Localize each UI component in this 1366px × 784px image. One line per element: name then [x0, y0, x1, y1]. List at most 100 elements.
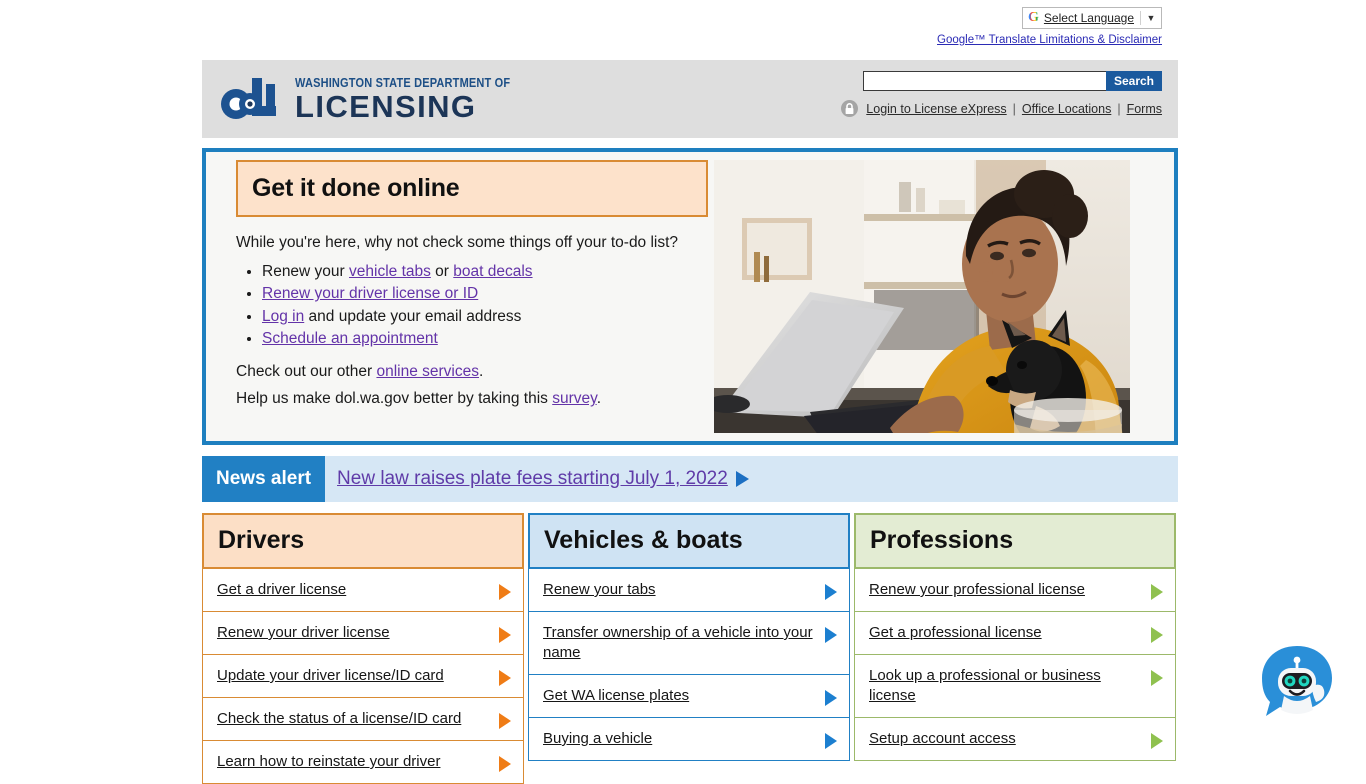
column-list-professions: Renew your professional license Get a pr…	[854, 569, 1176, 761]
hero-intro-text: While you're here, why not check some th…	[236, 233, 708, 254]
lock-icon	[841, 100, 858, 117]
dol-monogram-icon	[218, 76, 286, 124]
professions-link-3[interactable]: Setup account access	[869, 729, 1016, 749]
list-item[interactable]: Get a driver license	[203, 569, 523, 612]
schedule-appointment-link[interactable]: Schedule an appointment	[262, 330, 438, 347]
site-header: WASHINGTON STATE DEPARTMENT OF LICENSING…	[202, 60, 1178, 138]
category-columns: Drivers Get a driver license Renew your …	[202, 513, 1178, 784]
list-item[interactable]: Get WA license plates	[529, 675, 849, 718]
other-services-prefix: Check out our other	[236, 363, 376, 380]
link-separator-2: |	[1117, 102, 1120, 116]
drivers-link-0[interactable]: Get a driver license	[217, 580, 346, 600]
list-item[interactable]: Renew your tabs	[529, 569, 849, 612]
list-item[interactable]: Transfer ownership of a vehicle into you…	[529, 612, 849, 675]
hero-task-list: Renew your vehicle tabs or boat decals R…	[236, 261, 708, 351]
column-title: Drivers	[218, 526, 508, 555]
chatbot-robot-icon	[1256, 640, 1338, 722]
play-triangle-icon	[825, 733, 837, 749]
search-input[interactable]	[863, 71, 1106, 91]
chatbot-launcher-button[interactable]	[1256, 640, 1338, 722]
log-in-link[interactable]: Log in	[262, 308, 304, 325]
professions-link-2[interactable]: Look up a professional or business licen…	[869, 666, 1143, 706]
select-language-widget[interactable]: G Select Language ▼	[1022, 7, 1162, 29]
professions-link-0[interactable]: Renew your professional license	[869, 580, 1085, 600]
news-alert-banner: News alert New law raises plate fees sta…	[202, 456, 1178, 502]
select-language-label: Select Language	[1044, 11, 1134, 25]
search-button[interactable]: Search	[1106, 71, 1162, 91]
chevron-down-icon[interactable]: ▼	[1141, 8, 1161, 28]
hero-title: Get it done online	[252, 174, 692, 203]
vehicles-link-3[interactable]: Buying a vehicle	[543, 729, 652, 749]
survey-link[interactable]: survey	[552, 390, 597, 407]
list-item[interactable]: Renew your driver license	[203, 612, 523, 655]
list-item[interactable]: Renew your professional license	[855, 569, 1175, 612]
news-alert-link[interactable]: New law raises plate fees starting July …	[337, 468, 728, 490]
vehicle-tabs-link[interactable]: vehicle tabs	[349, 263, 431, 280]
list-item[interactable]: Setup account access	[855, 718, 1175, 760]
list-item: Log in and update your email address	[262, 306, 708, 328]
renew-driver-license-or-id-link[interactable]: Renew your driver license or ID	[262, 285, 478, 302]
vehicles-link-0[interactable]: Renew your tabs	[543, 580, 656, 600]
vehicles-link-1[interactable]: Transfer ownership of a vehicle into you…	[543, 623, 817, 663]
drivers-link-1[interactable]: Renew your driver license	[217, 623, 390, 643]
column-title: Vehicles & boats	[544, 526, 834, 555]
hero-photo	[714, 160, 1130, 433]
bullet-middle: or	[431, 263, 453, 280]
office-locations-link[interactable]: Office Locations	[1022, 102, 1111, 116]
vehicles-link-2[interactable]: Get WA license plates	[543, 686, 689, 706]
column-header-professions: Professions	[854, 513, 1176, 569]
column-header-drivers: Drivers	[202, 513, 524, 569]
play-triangle-icon	[499, 756, 511, 772]
select-language-inner[interactable]: G Select Language	[1023, 8, 1140, 28]
forms-link[interactable]: Forms	[1127, 102, 1162, 116]
play-triangle-icon	[825, 627, 837, 643]
logo-wordmark: WASHINGTON STATE DEPARTMENT OF LICENSING	[295, 77, 540, 124]
play-triangle-icon	[499, 584, 511, 600]
logo-line-2: LICENSING	[295, 92, 540, 121]
survey-line: Help us make dol.wa.gov better by taking…	[236, 390, 708, 408]
column-title: Professions	[870, 526, 1160, 555]
google-logo-icon: G	[1028, 11, 1039, 25]
play-triangle-icon	[499, 713, 511, 729]
google-translate-bar: G Select Language ▼ Google™ Translate Li…	[0, 0, 1366, 46]
hero-photo-illustration	[714, 160, 1130, 433]
list-item[interactable]: Look up a professional or business licen…	[855, 655, 1175, 718]
list-item: Schedule an appointment	[262, 328, 708, 350]
hero-image-area	[714, 160, 1166, 433]
boat-decals-link[interactable]: boat decals	[453, 263, 532, 280]
play-triangle-icon	[825, 690, 837, 706]
translate-disclaimer-link[interactable]: Google™ Translate Limitations & Disclaim…	[0, 34, 1162, 46]
survey-prefix: Help us make dol.wa.gov better by taking…	[236, 390, 552, 407]
search-row: Search	[841, 71, 1162, 91]
drivers-link-4[interactable]: Learn how to reinstate your driver	[217, 752, 440, 772]
column-professions: Professions Renew your professional lice…	[854, 513, 1176, 784]
column-header-vehicles: Vehicles & boats	[528, 513, 850, 569]
list-item[interactable]: Update your driver license/ID card	[203, 655, 523, 698]
drivers-link-2[interactable]: Update your driver license/ID card	[217, 666, 444, 686]
play-triangle-icon[interactable]	[736, 471, 749, 487]
column-list-vehicles: Renew your tabs Transfer ownership of a …	[528, 569, 850, 761]
play-triangle-icon	[499, 627, 511, 643]
column-list-drivers: Get a driver license Renew your driver l…	[202, 569, 524, 784]
online-services-link[interactable]: online services	[376, 363, 479, 380]
bullet-prefix: Renew your	[262, 263, 349, 280]
professions-link-1[interactable]: Get a professional license	[869, 623, 1042, 643]
list-item[interactable]: Learn how to reinstate your driver	[203, 741, 523, 783]
logo-line-1: WASHINGTON STATE DEPARTMENT OF	[295, 77, 510, 90]
other-services-line: Check out our other online services.	[236, 363, 708, 381]
survey-suffix: .	[597, 390, 601, 407]
play-triangle-icon	[1151, 733, 1163, 749]
play-triangle-icon	[1151, 584, 1163, 600]
list-item[interactable]: Check the status of a license/ID card	[203, 698, 523, 741]
news-alert-body: New law raises plate fees starting July …	[325, 456, 749, 502]
login-license-express-link[interactable]: Login to License eXpress	[866, 102, 1006, 116]
site-logo[interactable]: WASHINGTON STATE DEPARTMENT OF LICENSING	[218, 76, 540, 124]
list-item: Renew your vehicle tabs or boat decals	[262, 261, 708, 283]
list-item[interactable]: Buying a vehicle	[529, 718, 849, 760]
drivers-link-3[interactable]: Check the status of a license/ID card	[217, 709, 461, 729]
play-triangle-icon	[825, 584, 837, 600]
list-item[interactable]: Get a professional license	[855, 612, 1175, 655]
link-separator-1: |	[1013, 102, 1016, 116]
other-services-suffix: .	[479, 363, 483, 380]
bullet-suffix: and update your email address	[304, 308, 521, 325]
